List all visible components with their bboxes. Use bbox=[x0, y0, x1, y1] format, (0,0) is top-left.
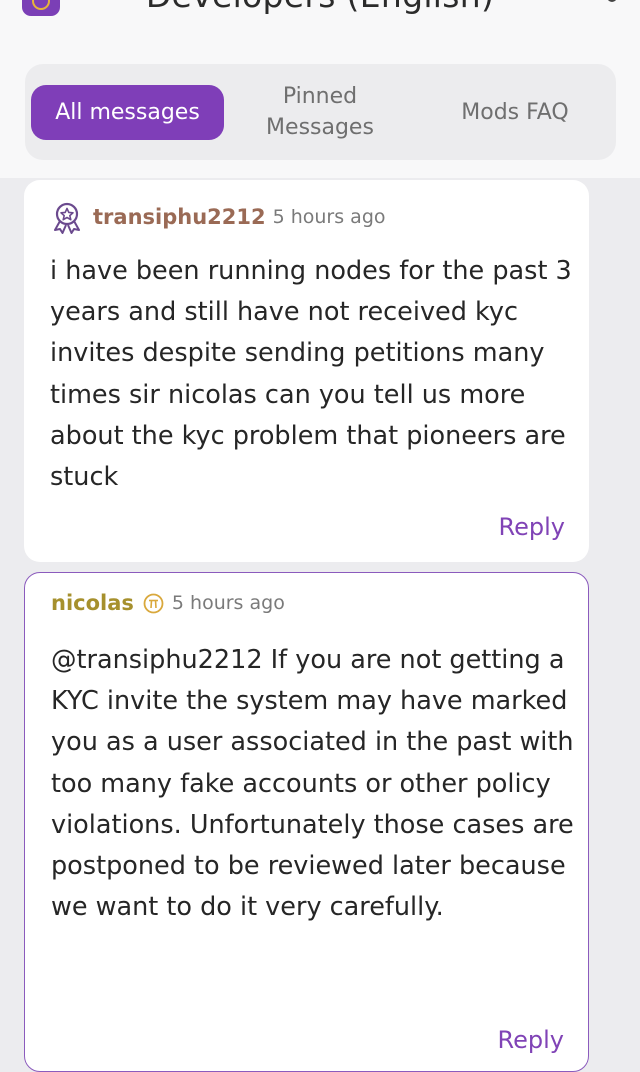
tab-bar: All messages Pinned Messages Mods FAQ bbox=[25, 64, 616, 160]
channel-title: Developers (English) bbox=[0, 0, 640, 15]
tab-mods-faq[interactable]: Mods FAQ bbox=[430, 85, 600, 140]
tab-all-messages[interactable]: All messages bbox=[31, 85, 224, 140]
message-header: nicolas 5 hours ago bbox=[51, 591, 285, 615]
tab-pinned-messages[interactable]: Pinned Messages bbox=[245, 78, 395, 146]
pi-coin-icon bbox=[143, 593, 164, 613]
message-timestamp: 5 hours ago bbox=[272, 206, 386, 228]
message-card: transiphu2212 5 hours ago i have been ru… bbox=[24, 180, 589, 562]
app-header: Developers (English) bbox=[0, 0, 640, 48]
message-author[interactable]: transiphu2212 bbox=[93, 205, 266, 229]
settings-icon[interactable] bbox=[594, 0, 622, 14]
message-text: i have been running nodes for the past 3… bbox=[50, 256, 572, 493]
message-author[interactable]: nicolas bbox=[51, 591, 134, 615]
tabs-area: All messages Pinned Messages Mods FAQ bbox=[0, 48, 640, 178]
message-timestamp: 5 hours ago bbox=[171, 592, 285, 614]
message-header: transiphu2212 5 hours ago bbox=[50, 200, 386, 234]
pioneer-badge-icon bbox=[54, 202, 80, 234]
message-card: nicolas 5 hours ago @transiphu2212 If yo… bbox=[24, 572, 589, 1072]
message-text: @transiphu2212 If you are not getting a … bbox=[51, 645, 574, 923]
reply-button[interactable]: Reply bbox=[499, 513, 565, 541]
